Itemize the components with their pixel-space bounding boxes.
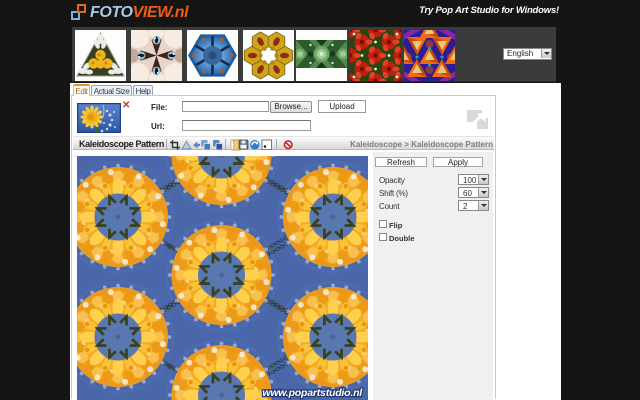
svg-text:www.popartstudio.nl: www.popartstudio.nl <box>262 387 363 399</box>
